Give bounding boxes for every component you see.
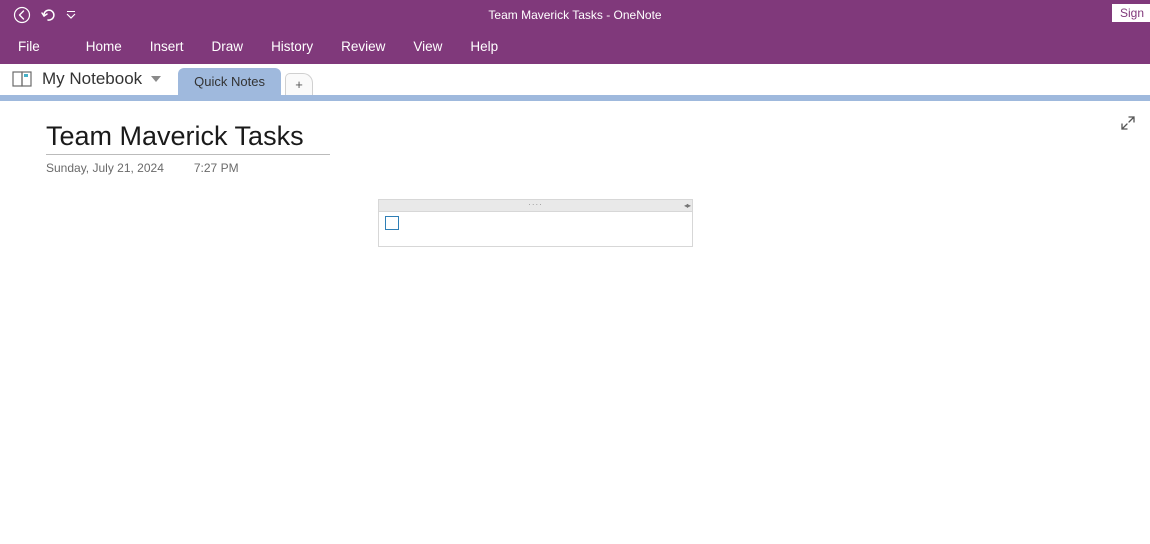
ribbon-tab-file[interactable]: File: [12, 31, 54, 62]
expand-icon: [1120, 115, 1136, 131]
notebook-picker[interactable]: My Notebook: [10, 64, 168, 94]
grip-icon: ····: [528, 202, 543, 208]
page-meta: Sunday, July 21, 2024 7:27 PM: [46, 161, 1150, 175]
page-title[interactable]: Team Maverick Tasks: [46, 121, 330, 155]
back-arrow-icon: [13, 6, 31, 24]
section-bar: My Notebook Quick Notes +: [0, 64, 1150, 101]
sign-in-button[interactable]: Sign: [1112, 4, 1150, 22]
chevron-down-icon: [150, 69, 162, 89]
qat-customize-button[interactable]: [62, 3, 80, 27]
section-tab-quick-notes[interactable]: Quick Notes: [178, 68, 281, 95]
ribbon-tab-draw[interactable]: Draw: [198, 31, 258, 62]
fullscreen-button[interactable]: [1120, 115, 1136, 134]
add-section-button[interactable]: +: [285, 73, 313, 95]
page-date[interactable]: Sunday, July 21, 2024: [46, 161, 164, 175]
note-container[interactable]: ···· ◂▸: [378, 199, 693, 247]
notebook-icon: [12, 70, 34, 88]
back-button[interactable]: [10, 3, 34, 27]
resize-handle-icon[interactable]: ◂▸: [684, 201, 690, 210]
notebook-name: My Notebook: [42, 69, 142, 89]
ribbon-tab-insert[interactable]: Insert: [136, 31, 198, 62]
ribbon-tab-history[interactable]: History: [257, 31, 327, 62]
todo-checkbox[interactable]: [385, 216, 399, 230]
window-title: Team Maverick Tasks - OneNote: [488, 8, 661, 22]
quick-access-toolbar: [0, 3, 80, 27]
ribbon-tab-home[interactable]: Home: [72, 31, 136, 62]
ribbon: File Home Insert Draw History Review Vie…: [0, 29, 1150, 64]
ribbon-tab-help[interactable]: Help: [456, 31, 512, 62]
chevron-down-icon: [66, 10, 76, 20]
note-container-header[interactable]: ···· ◂▸: [378, 199, 693, 211]
page-time[interactable]: 7:27 PM: [194, 161, 239, 175]
ribbon-tab-review[interactable]: Review: [327, 31, 399, 62]
note-container-body[interactable]: [378, 211, 693, 247]
undo-button[interactable]: [36, 3, 60, 27]
ribbon-tab-view[interactable]: View: [399, 31, 456, 62]
title-bar: Team Maverick Tasks - OneNote Sign: [0, 0, 1150, 29]
undo-icon: [39, 6, 57, 24]
page-canvas[interactable]: Team Maverick Tasks Sunday, July 21, 202…: [0, 101, 1150, 544]
section-tabs: Quick Notes +: [178, 64, 313, 95]
